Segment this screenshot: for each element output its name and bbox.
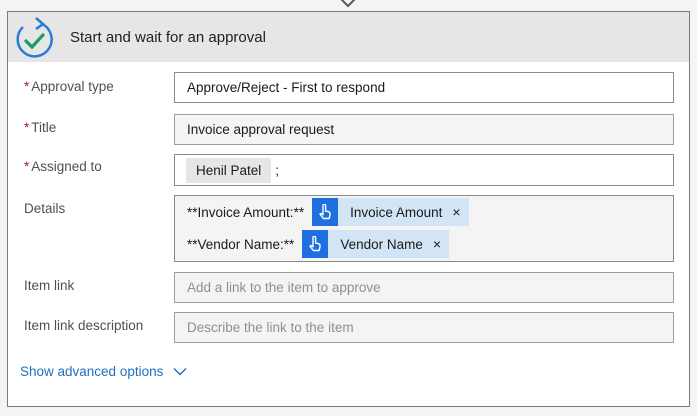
- approval-type-label: * Approval type: [24, 79, 114, 94]
- close-icon[interactable]: ×: [433, 236, 441, 252]
- item-link-label: Item link: [24, 278, 75, 293]
- details-line-1: **Invoice Amount:** Invoice Amount ×: [187, 198, 469, 226]
- details-label: Details: [24, 201, 66, 216]
- title-value: Invoice approval request: [187, 122, 335, 137]
- assigned-to-input[interactable]: Henil Patel ;: [174, 154, 674, 186]
- approval-action-card: Start and wait for an approval * Approval…: [7, 11, 690, 407]
- approval-check-icon: [16, 17, 53, 58]
- required-marker: *: [24, 159, 30, 174]
- vendor-name-token[interactable]: Vendor Name ×: [302, 230, 450, 258]
- chevron-down-icon: [173, 368, 187, 376]
- assignee-chip[interactable]: Henil Patel: [186, 157, 272, 183]
- details-textarea[interactable]: **Invoice Amount:** Invoice Amount × **V…: [174, 195, 674, 262]
- title-input[interactable]: Invoice approval request: [174, 114, 674, 145]
- item-link-input[interactable]: Add a link to the item to approve: [174, 272, 674, 303]
- title-label: * Title: [24, 120, 57, 135]
- item-link-description-input[interactable]: Describe the link to the item: [174, 312, 674, 343]
- show-advanced-options-link[interactable]: Show advanced options: [20, 364, 187, 379]
- close-icon[interactable]: ×: [452, 204, 460, 220]
- invoice-amount-token-label: Invoice Amount: [350, 204, 443, 220]
- approval-type-select[interactable]: Approve/Reject - First to respond: [174, 72, 674, 103]
- touch-hand-icon: [312, 198, 339, 226]
- card-title: Start and wait for an approval: [70, 29, 266, 46]
- invoice-amount-token[interactable]: Invoice Amount ×: [312, 198, 469, 226]
- touch-hand-icon: [302, 230, 329, 258]
- vendor-name-token-label: Vendor Name: [340, 236, 423, 252]
- item-link-placeholder: Add a link to the item to approve: [187, 280, 381, 295]
- details-line-2-text: **Vendor Name:**: [187, 236, 295, 252]
- details-line-1-text: **Invoice Amount:**: [187, 204, 305, 220]
- details-line-2: **Vendor Name:** Vendor Name ×: [187, 230, 450, 258]
- item-link-description-placeholder: Describe the link to the item: [187, 320, 354, 335]
- card-header[interactable]: Start and wait for an approval: [8, 12, 689, 62]
- item-link-description-label: Item link description: [24, 318, 144, 333]
- required-marker: *: [24, 120, 30, 135]
- assigned-to-label: * Assigned to: [24, 159, 102, 174]
- required-marker: *: [24, 79, 30, 94]
- approval-type-value: Approve/Reject - First to respond: [187, 80, 386, 95]
- assignee-separator: ;: [275, 162, 280, 178]
- show-advanced-options-label: Show advanced options: [20, 364, 164, 379]
